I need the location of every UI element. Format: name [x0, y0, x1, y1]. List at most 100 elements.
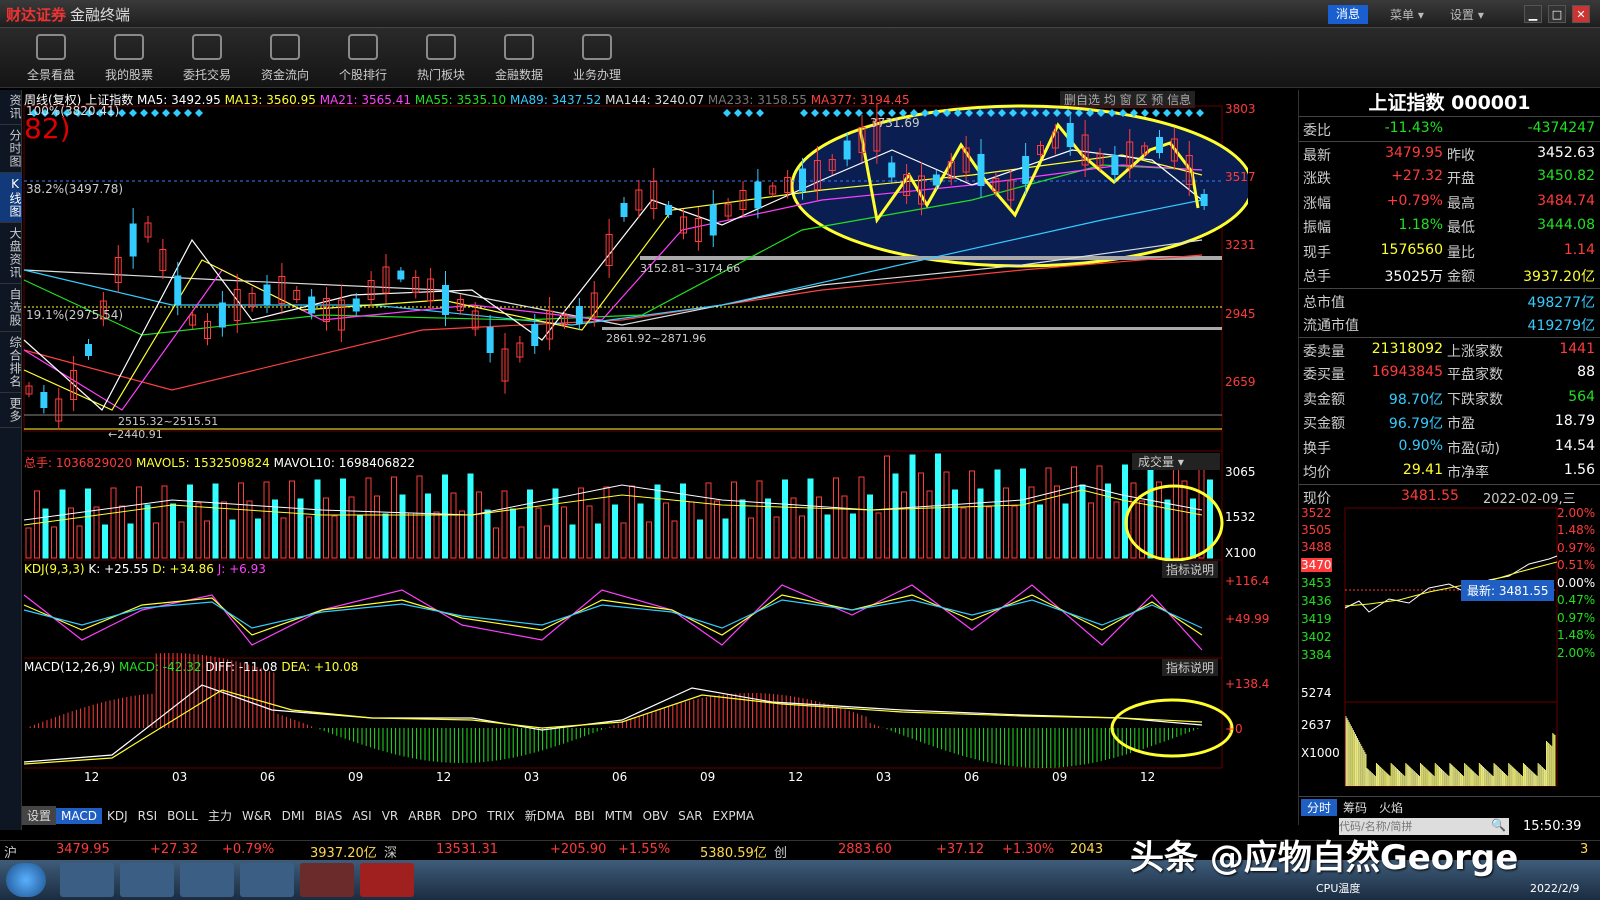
- toolbar-item-label: 业务办理: [572, 68, 621, 82]
- signal-diamond: [195, 109, 203, 117]
- macd-value: MACD: -42.32: [118, 660, 202, 674]
- mini-tab-1[interactable]: 筹码: [1337, 799, 1373, 816]
- toolbar-item-label: 热门板块: [416, 68, 465, 82]
- folder-icon[interactable]: [180, 863, 234, 897]
- indicator-tab-9[interactable]: ASI: [347, 808, 376, 824]
- ma377-line: [23, 254, 1203, 391]
- indicator-tab-2[interactable]: KDJ: [102, 808, 133, 824]
- mini-tab-0[interactable]: 分时: [1301, 798, 1338, 816]
- volume-bar: [943, 471, 950, 559]
- sz-change: +205.90: [550, 842, 607, 857]
- volume-bar: [892, 473, 899, 559]
- quote-value: 1576560: [1380, 241, 1443, 258]
- indicator-tab-1[interactable]: MACD: [56, 808, 102, 824]
- left-tab-1[interactable]: 分时图: [0, 125, 22, 173]
- indicator-tab-8[interactable]: BIAS: [310, 808, 348, 824]
- stock-app-icon[interactable]: [300, 863, 354, 897]
- indicator-tab-0[interactable]: 设置: [22, 806, 57, 825]
- left-tab-6[interactable]: 更多: [0, 393, 22, 428]
- mini-tab-2[interactable]: 火焰: [1373, 799, 1409, 816]
- quote-value-2: 1.56: [1563, 462, 1595, 478]
- indicator-tab-5[interactable]: 主力: [203, 806, 237, 825]
- kdj-help-button[interactable]: 指标说明: [1162, 561, 1219, 578]
- quote-label-2: 市净率: [1447, 465, 1489, 481]
- indicator-tab-17[interactable]: OBV: [638, 808, 674, 824]
- toolbar-item-7[interactable]: 业务办理: [558, 32, 636, 83]
- toolbar-item-0[interactable]: 全景看盘: [12, 32, 90, 83]
- mini-right-axis-label: 0.51%: [1557, 558, 1596, 572]
- volume-bar: [824, 514, 831, 559]
- indicator-tab-13[interactable]: TRIX: [482, 808, 519, 824]
- indicator-tab-10[interactable]: VR: [377, 808, 404, 824]
- volume-bar: [433, 511, 440, 559]
- volume-bar: [977, 488, 984, 559]
- kdj-j-line: [23, 584, 1203, 651]
- candle-body: [1156, 137, 1163, 153]
- quote-label: 买金额: [1303, 416, 1345, 432]
- minimize-button[interactable]: ▁: [1524, 5, 1542, 23]
- volume-bar: [212, 483, 219, 559]
- cy-percent: +1.30%: [1002, 842, 1055, 857]
- ie-browser-icon[interactable]: [120, 863, 174, 897]
- volume-bar: [841, 495, 848, 559]
- volume-bar: [799, 515, 805, 559]
- refresh-app-icon[interactable]: [240, 863, 294, 897]
- indicator-tab-19[interactable]: EXPMA: [708, 808, 760, 824]
- indicator-tab-18[interactable]: SAR: [673, 808, 707, 824]
- volume-bar: [467, 473, 474, 559]
- indicator-tab-6[interactable]: W&R: [237, 808, 277, 824]
- volume-bar: [629, 485, 635, 559]
- mini-left-axis-label: 3522: [1301, 505, 1332, 520]
- now-label: 现价: [1303, 490, 1331, 507]
- toolbar-item-5[interactable]: 热门板块: [402, 32, 480, 83]
- left-tab-2[interactable]: K线图: [0, 173, 22, 223]
- toolbar-item-1[interactable]: 我的股票: [90, 32, 168, 83]
- indicator-tab-3[interactable]: RSI: [133, 808, 163, 824]
- volume-bar: [527, 489, 533, 559]
- signal-diamond: [723, 109, 731, 117]
- toolbar-item-2[interactable]: 委托交易: [168, 32, 246, 83]
- menu-dropdown[interactable]: 菜单 ▾: [1390, 6, 1424, 23]
- volume-bar: [688, 501, 695, 559]
- left-tab-4[interactable]: 自选股: [0, 284, 22, 332]
- left-tab-3[interactable]: 大盘资讯: [0, 223, 22, 284]
- kline-chart-area[interactable]: 周线(复权) 上证指数 MA5: 3492.95 MA13: 3560.95 M…: [22, 90, 1269, 815]
- signal-diamond: [833, 109, 841, 117]
- indicator-tab-11[interactable]: ARBR: [403, 808, 446, 824]
- stock-app-active-icon[interactable]: [360, 863, 414, 897]
- message-button[interactable]: 消息: [1328, 5, 1368, 24]
- volume-bar: [391, 476, 397, 559]
- macd-dea: DEA: +10.08: [281, 660, 359, 674]
- indicator-tab-16[interactable]: MTM: [600, 808, 638, 824]
- indicator-tab-14[interactable]: 新DMA: [520, 806, 570, 825]
- quote-label: 卖金额: [1303, 391, 1345, 408]
- toolbar-item-4[interactable]: 个股排行: [324, 32, 402, 83]
- indicator-tab-4[interactable]: BOLL: [162, 808, 203, 824]
- mini-intraday-chart[interactable]: 3522 3505 3488 3470 3453 3436 3419 3402 3384 5274…: [1299, 506, 1600, 796]
- signal-diamond: [822, 109, 830, 117]
- start-button[interactable]: [6, 863, 46, 897]
- quote-label: 委买量: [1303, 367, 1345, 383]
- toolbar-item-icon: [114, 34, 144, 60]
- settings-dropdown[interactable]: 设置 ▾: [1450, 6, 1484, 23]
- indicator-tab-12[interactable]: DPO: [446, 808, 482, 824]
- quote-label-2: 金额: [1447, 269, 1475, 285]
- maximize-button[interactable]: □: [1548, 5, 1566, 23]
- indicator-tab-7[interactable]: DMI: [277, 808, 310, 824]
- toolbar-item-6[interactable]: 金融数据: [480, 32, 558, 83]
- macd-help-button[interactable]: 指标说明: [1162, 659, 1219, 676]
- toolbar-item-3[interactable]: 资金流向: [246, 32, 324, 83]
- close-button[interactable]: ✕: [1572, 5, 1590, 23]
- candle-body: [397, 270, 405, 280]
- left-tab-5[interactable]: 综合排名: [0, 332, 22, 393]
- candle-body: [977, 154, 985, 186]
- indicator-tab-15[interactable]: BBI: [570, 808, 600, 824]
- volume-indicator-select[interactable]: 成交量 ▾: [1132, 453, 1220, 470]
- candle-body: [1111, 155, 1119, 175]
- left-tab-0[interactable]: 资讯: [0, 90, 22, 125]
- sz-amount: 5380.59亿: [700, 846, 767, 861]
- taskbar-app-1-icon[interactable]: [60, 863, 114, 897]
- quote-value-2: 498277亿: [1527, 294, 1595, 311]
- volume-bar: [620, 522, 627, 559]
- quote-value-2: 14.54: [1554, 437, 1595, 454]
